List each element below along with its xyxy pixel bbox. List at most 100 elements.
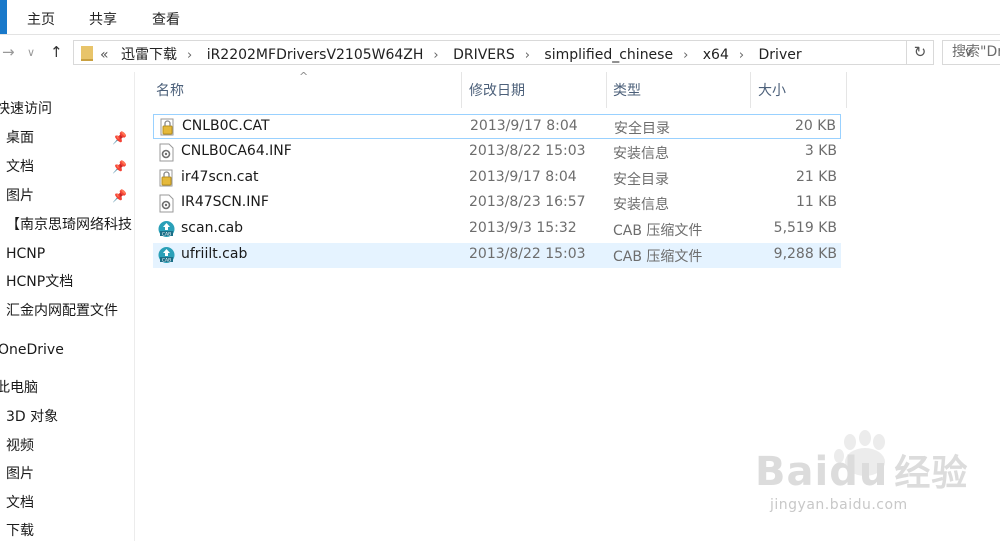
cab-archive-icon: CAB — [158, 220, 175, 239]
file-modified-date: 2013/8/22 15:03 — [469, 142, 586, 159]
breadcrumb-item[interactable]: iR2202MFDriversV2105W64ZH — [207, 47, 424, 63]
file-name: CNLB0C.CAT — [182, 118, 270, 134]
file-row[interactable]: ir47scn.cat 2013/9/17 8:04 安全目录 21 KB — [153, 166, 841, 191]
watermark-url: jingyan.baidu.com — [770, 497, 908, 513]
tab-view[interactable]: 查看 — [152, 9, 180, 29]
file-modified-date: 2013/9/17 8:04 — [469, 168, 577, 185]
column-divider[interactable] — [461, 72, 462, 108]
breadcrumb-item[interactable]: Driver — [759, 47, 802, 63]
breadcrumb-item[interactable]: DRIVERS — [453, 47, 515, 63]
file-name: CNLB0CA64.INF — [181, 142, 292, 159]
security-catalog-icon — [158, 169, 175, 188]
breadcrumb-separator-icon[interactable]: › — [683, 48, 688, 63]
sidebar-item-pictures[interactable]: 图片 📌 — [6, 183, 134, 209]
file-modified-date: 2013/8/22 15:03 — [469, 246, 586, 262]
file-tab[interactable] — [0, 0, 7, 34]
breadcrumb-item[interactable]: x64 — [703, 47, 729, 63]
sidebar-item-desktop[interactable]: 桌面 📌 — [6, 125, 134, 151]
file-size: 5,519 KB — [773, 220, 837, 237]
column-header-date[interactable]: 修改日期 — [469, 76, 525, 106]
refresh-icon[interactable]: ↻ — [907, 40, 934, 65]
address-bar[interactable]: « 迅雷下载 › iR2202MFDriversV2105W64ZH › DRIVE… — [73, 40, 973, 65]
file-type: 安装信息 — [613, 197, 669, 214]
sidebar-item-label: 快速访问 — [0, 101, 52, 117]
pin-icon: 📌 — [112, 131, 127, 145]
sidebar-item-label: 桌面 — [6, 130, 34, 146]
pin-icon: 📌 — [112, 189, 127, 203]
sidebar-item-label: 此电脑 — [0, 380, 38, 396]
recent-locations-chevron-icon[interactable]: ∨ — [27, 46, 35, 59]
file-row[interactable]: CAB scan.cab 2013/9/3 15:32 CAB 压缩文件 5,519 K… — [153, 217, 841, 242]
up-arrow-icon[interactable]: ↑ — [50, 43, 63, 61]
file-row[interactable]: IR47SCN.INF 2013/8/23 16:57 安装信息 11 KB — [153, 191, 841, 216]
sidebar-item-label: 下载 — [6, 523, 34, 539]
file-modified-date: 2013/9/3 15:32 — [469, 220, 577, 237]
column-divider[interactable] — [846, 72, 847, 108]
breadcrumb-overflow[interactable]: « — [100, 47, 109, 63]
sidebar-item-label: 【南京思琦网络科技 — [6, 217, 132, 233]
file-type: 安装信息 — [613, 145, 669, 162]
breadcrumb-separator-icon[interactable]: › — [433, 48, 438, 63]
breadcrumb-separator-icon[interactable]: › — [739, 48, 744, 63]
column-header-size[interactable]: 大小 — [758, 76, 786, 106]
sort-ascending-icon: ^ — [299, 70, 309, 83]
security-catalog-icon — [159, 118, 176, 137]
sidebar-item-nanjing-folder[interactable]: 【南京思琦网络科技 — [6, 212, 132, 238]
sidebar-item-hcnp[interactable]: HCNP — [6, 241, 45, 267]
file-size: 9,288 KB — [773, 246, 837, 262]
folder-icon — [81, 46, 93, 61]
sidebar-item-documents[interactable]: 文档 📌 — [6, 154, 134, 180]
watermark-product: 经验 — [894, 453, 969, 494]
breadcrumb-item[interactable]: 迅雷下载 — [121, 44, 177, 64]
svg-text:CAB: CAB — [162, 232, 171, 238]
breadcrumb-separator-icon[interactable]: › — [525, 48, 530, 63]
file-size: 21 KB — [795, 168, 837, 185]
setup-info-icon — [158, 143, 175, 162]
svg-text:CAB: CAB — [162, 258, 171, 264]
sidebar-item-label: 汇金内网配置文件 — [6, 303, 118, 319]
file-type: 安全目录 — [613, 171, 669, 188]
tab-share[interactable]: 共享 — [89, 9, 117, 29]
sidebar-item-hcnp-docs[interactable]: HCNP文档 — [6, 269, 73, 295]
file-row[interactable]: CAB ufriilt.cab 2013/8/22 15:03 CAB 压缩文件 9,2… — [153, 243, 841, 268]
back-arrow-icon[interactable]: → — [2, 43, 15, 61]
file-type: CAB 压缩文件 — [613, 223, 703, 240]
sidebar-item-3d-objects[interactable]: 3D 对象 — [6, 404, 58, 430]
file-row[interactable]: CNLB0CA64.INF 2013/8/22 15:03 安装信息 3 KB — [153, 140, 841, 165]
address-row: → ∨ ↑ « 迅雷下载 › iR2202MFDriversV2105W64ZH ›… — [0, 35, 1000, 71]
sidebar-item-downloads[interactable]: 下载 — [6, 518, 34, 541]
breadcrumb-separator-icon[interactable]: › — [187, 48, 192, 63]
file-name: ir47scn.cat — [181, 168, 259, 185]
file-size: 11 KB — [795, 194, 837, 211]
sidebar-item-label: HCNP文档 — [6, 274, 74, 290]
sidebar-item-quick-access[interactable]: 快速访问 — [0, 96, 52, 122]
sidebar-item-huijin-config[interactable]: 汇金内网配置文件 — [6, 298, 118, 324]
file-type: CAB 压缩文件 — [613, 249, 703, 265]
sidebar-item-label: 图片 — [6, 466, 34, 482]
cab-archive-icon: CAB — [158, 246, 175, 265]
breadcrumb-item[interactable]: simplified_chinese — [544, 47, 673, 63]
column-header-type[interactable]: 类型 — [613, 76, 641, 106]
sidebar-item-label: 文档 — [6, 159, 34, 175]
sidebar-item-this-pc[interactable]: 此电脑 — [0, 375, 38, 401]
file-type: 安全目录 — [614, 121, 670, 137]
file-row[interactable]: CNLB0C.CAT 2013/9/17 8:04 安全目录 20 KB — [153, 114, 841, 139]
sidebar-item-label: HCNP — [6, 246, 46, 262]
sidebar-item-label: OneDrive — [0, 342, 64, 358]
tab-home[interactable]: 主页 — [27, 9, 55, 29]
search-input[interactable]: 搜索"Driver" — [942, 40, 1000, 65]
sidebar-item-onedrive[interactable]: OneDrive — [0, 337, 64, 363]
column-header-name[interactable]: 名称 — [156, 76, 184, 106]
sidebar-item-pc-pictures[interactable]: 图片 — [6, 461, 34, 487]
breadcrumb: « 迅雷下载 › iR2202MFDriversV2105W64ZH › DRIVE… — [100, 44, 802, 64]
file-size: 3 KB — [804, 142, 837, 159]
file-name: ufriilt.cab — [181, 246, 248, 262]
watermark-brand: Baidu — [755, 449, 889, 495]
navigation-pane: 快速访问 桌面 📌 文档 📌 图片 📌 【南京思琦网络科技 HCNP HCNP文档 汇… — [0, 72, 135, 541]
column-divider[interactable] — [606, 72, 607, 108]
pin-icon: 📌 — [112, 160, 127, 174]
column-divider[interactable] — [750, 72, 751, 108]
sidebar-item-pc-documents[interactable]: 文档 — [6, 490, 34, 516]
ribbon: 主页 共享 查看 — [0, 0, 1000, 35]
sidebar-item-videos[interactable]: 视频 — [6, 433, 34, 459]
